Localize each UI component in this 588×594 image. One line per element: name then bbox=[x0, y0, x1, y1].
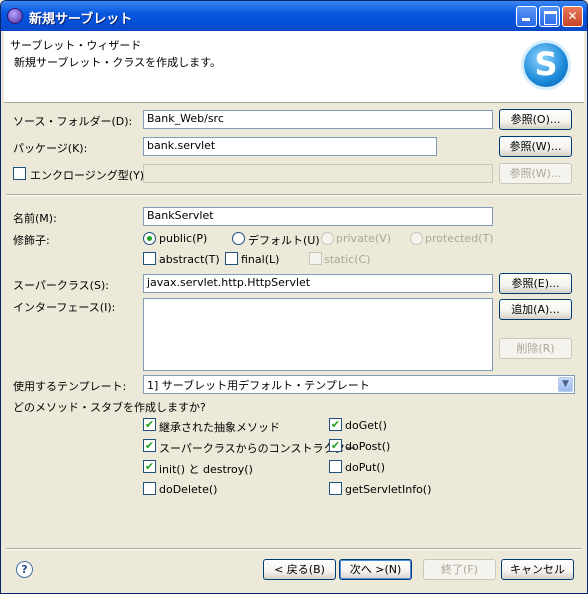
modifiers-label: 修飾子: bbox=[13, 234, 50, 247]
interfaces-list[interactable] bbox=[143, 298, 493, 371]
stub-checkbox-abstract-methods[interactable]: ✔ bbox=[143, 418, 156, 431]
stub-checkbox-getservletinfo[interactable] bbox=[329, 482, 342, 495]
stubs-question: どのメソッド・スタブを作成しますか? bbox=[13, 401, 206, 414]
dialog-window: 新規サーブレット ✕ サーブレット・ウィザード 新規サーブレット・クラスを作成し… bbox=[0, 0, 588, 594]
stub-label: getServletInfo() bbox=[345, 483, 432, 496]
chevron-down-icon[interactable]: ▼ bbox=[558, 377, 573, 392]
private-label: private(V) bbox=[336, 232, 391, 245]
help-icon[interactable]: ? bbox=[16, 561, 33, 578]
default-radio[interactable] bbox=[232, 232, 245, 245]
stub-checkbox-constructors[interactable]: ✔ bbox=[143, 439, 156, 452]
enclosing-type-checkbox[interactable] bbox=[13, 167, 26, 180]
stub-label: スーパークラスからのコンストラクター bbox=[159, 442, 357, 455]
abstract-checkbox[interactable] bbox=[143, 252, 156, 265]
source-folder-label: ソース・フォルダー(D): bbox=[13, 115, 133, 128]
finish-button: 終了(F) bbox=[423, 559, 496, 580]
remove-interface-button: 削除(R) bbox=[499, 338, 572, 359]
footer-separator bbox=[6, 548, 582, 550]
static-label: static(C) bbox=[324, 253, 371, 266]
final-label: final(L) bbox=[241, 253, 280, 266]
next-button[interactable]: 次へ >(N) bbox=[339, 559, 412, 580]
package-input[interactable]: bank.servlet bbox=[143, 137, 437, 156]
add-interface-button[interactable]: 追加(A)... bbox=[499, 299, 572, 320]
app-icon bbox=[7, 8, 23, 24]
stub-checkbox-doget[interactable]: ✔ bbox=[329, 418, 342, 431]
wizard-title: サーブレット・ウィザード bbox=[10, 39, 142, 52]
stub-label: doGet() bbox=[345, 419, 387, 432]
template-label: 使用するテンプレート: bbox=[13, 380, 127, 393]
enclosing-type-input bbox=[143, 164, 493, 183]
stub-label: doPost() bbox=[345, 440, 391, 453]
stub-label: doDelete() bbox=[159, 483, 218, 496]
enclosing-type-browse-button: 参照(W)... bbox=[499, 163, 572, 184]
source-folder-input[interactable]: Bank_Web/src bbox=[143, 110, 493, 129]
wizard-description: 新規サーブレット・クラスを作成します。 bbox=[14, 56, 222, 69]
abstract-label: abstract(T) bbox=[159, 253, 220, 266]
window-title: 新規サーブレット bbox=[29, 12, 133, 27]
protected-radio bbox=[410, 232, 423, 245]
minimize-button[interactable] bbox=[516, 6, 537, 27]
superclass-label: スーパークラス(S): bbox=[13, 279, 109, 292]
public-label: public(P) bbox=[159, 232, 208, 245]
superclass-browse-button[interactable]: 参照(E)... bbox=[499, 273, 572, 294]
source-folder-browse-button[interactable]: 参照(O)... bbox=[499, 109, 572, 130]
stub-checkbox-doput[interactable] bbox=[329, 460, 342, 473]
stub-label: doPut() bbox=[345, 461, 386, 474]
close-button[interactable]: ✕ bbox=[562, 6, 583, 27]
public-radio[interactable] bbox=[143, 232, 156, 245]
maximize-button[interactable] bbox=[539, 6, 560, 27]
template-selected-value: 1] サーブレット用デフォルト・テンプレート bbox=[147, 379, 370, 392]
cancel-button[interactable]: キャンセル bbox=[501, 559, 574, 580]
private-radio bbox=[321, 232, 334, 245]
wizard-header: サーブレット・ウィザード 新規サーブレット・クラスを作成します。 S bbox=[4, 31, 584, 103]
package-label: パッケージ(K): bbox=[13, 142, 88, 155]
name-input[interactable]: BankServlet bbox=[143, 207, 493, 226]
enclosing-type-label: エンクロージング型(Y): bbox=[30, 169, 148, 182]
stub-label: 継承された抽象メソッド bbox=[159, 421, 280, 434]
name-label: 名前(M): bbox=[13, 212, 57, 225]
static-checkbox bbox=[309, 252, 322, 265]
stub-checkbox-init-destroy[interactable]: ✔ bbox=[143, 460, 156, 473]
superclass-input[interactable]: javax.servlet.http.HttpServlet bbox=[143, 274, 493, 293]
wizard-logo-icon: S bbox=[524, 43, 568, 87]
back-button[interactable]: < 戻る(B) bbox=[263, 559, 336, 580]
stub-checkbox-dodelete[interactable] bbox=[143, 482, 156, 495]
template-select[interactable]: 1] サーブレット用デフォルト・テンプレート ▼ bbox=[143, 375, 575, 394]
title-bar[interactable]: 新規サーブレット ✕ bbox=[1, 1, 587, 31]
separator bbox=[6, 194, 582, 196]
package-browse-button[interactable]: 参照(W)... bbox=[499, 136, 572, 157]
default-label: デフォルト(U) bbox=[248, 234, 320, 247]
stub-label: init() と destroy() bbox=[159, 463, 253, 476]
final-checkbox[interactable] bbox=[225, 252, 238, 265]
protected-label: protected(T) bbox=[425, 232, 494, 245]
stub-checkbox-dopost[interactable]: ✔ bbox=[329, 439, 342, 452]
interfaces-label: インターフェース(I): bbox=[13, 301, 116, 314]
